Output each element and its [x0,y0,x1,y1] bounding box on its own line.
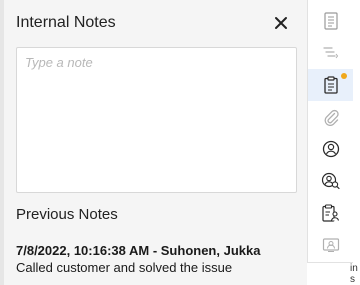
note-input[interactable] [16,47,297,193]
clipboard-notes-icon [323,76,338,94]
rail-item-user-search[interactable] [308,165,353,197]
previous-note-header: 7/8/2022, 10:16:38 AM - Suhonen, Jukka [16,243,261,258]
rail-item-user[interactable] [308,133,353,165]
app-root: Internal Notes Previous Notes 7/8/2022, … [0,0,360,285]
side-rail [307,0,353,262]
rail-bottom-border [307,262,353,263]
background-area [353,0,360,285]
document-list-icon [323,12,338,30]
user-search-icon [321,172,340,190]
background-text-fragment: in [350,263,358,274]
clipboard-user-icon [321,204,339,222]
rail-item-internal-notes[interactable] [308,69,353,101]
previous-notes-title: Previous Notes [16,206,118,223]
rail-item-documents[interactable] [308,5,353,37]
paperclip-icon [324,109,339,126]
contact-card-icon [322,238,339,252]
rail-item-clipboard-user[interactable] [308,197,353,229]
panel-header: Internal Notes [4,0,307,48]
internal-notes-panel: Internal Notes Previous Notes 7/8/2022, … [4,0,307,285]
rail-item-sort[interactable] [308,37,353,69]
previous-note-text: Called customer and solved the issue [16,260,233,275]
close-button[interactable] [270,12,292,34]
close-icon [275,17,287,29]
rail-item-attachments[interactable] [308,101,353,133]
user-circle-icon [322,140,339,158]
background-text-fragment: s [350,274,355,285]
rail-item-contact-card[interactable] [308,229,353,261]
notification-dot [341,73,347,79]
panel-title: Internal Notes [16,14,116,31]
sort-lines-icon [322,47,338,59]
